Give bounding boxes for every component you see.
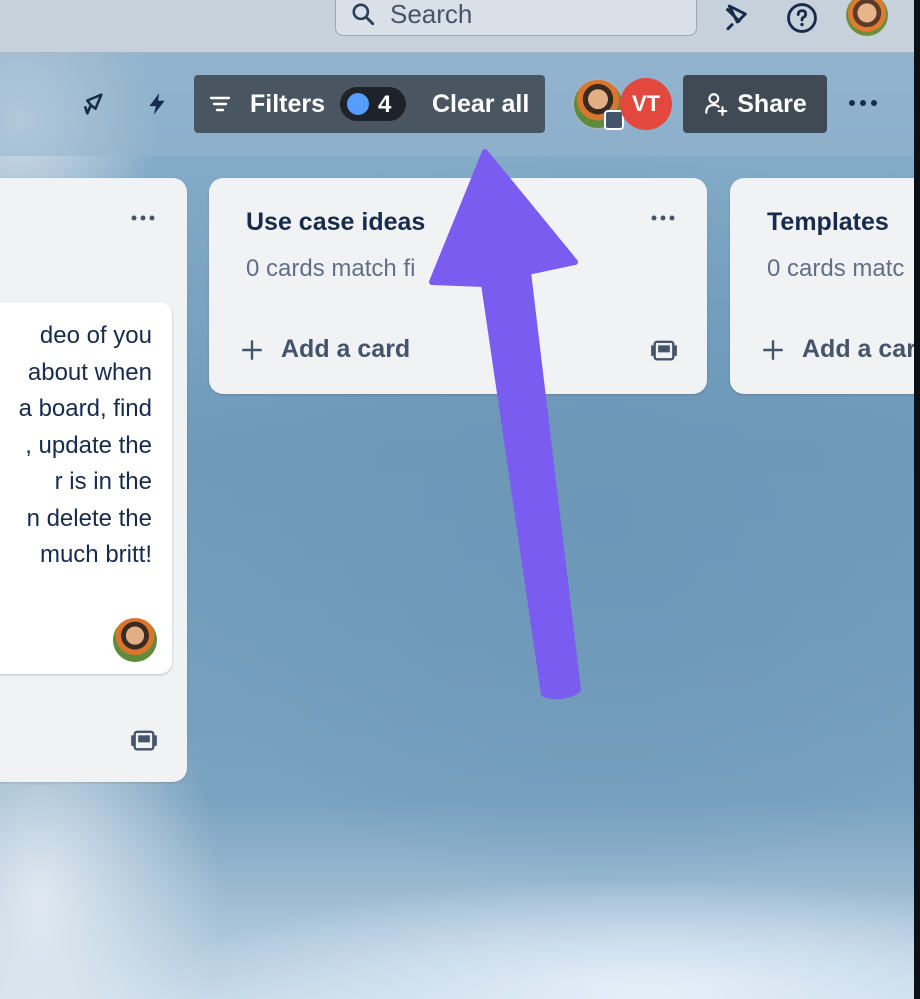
annotation-arrow xyxy=(429,149,581,700)
